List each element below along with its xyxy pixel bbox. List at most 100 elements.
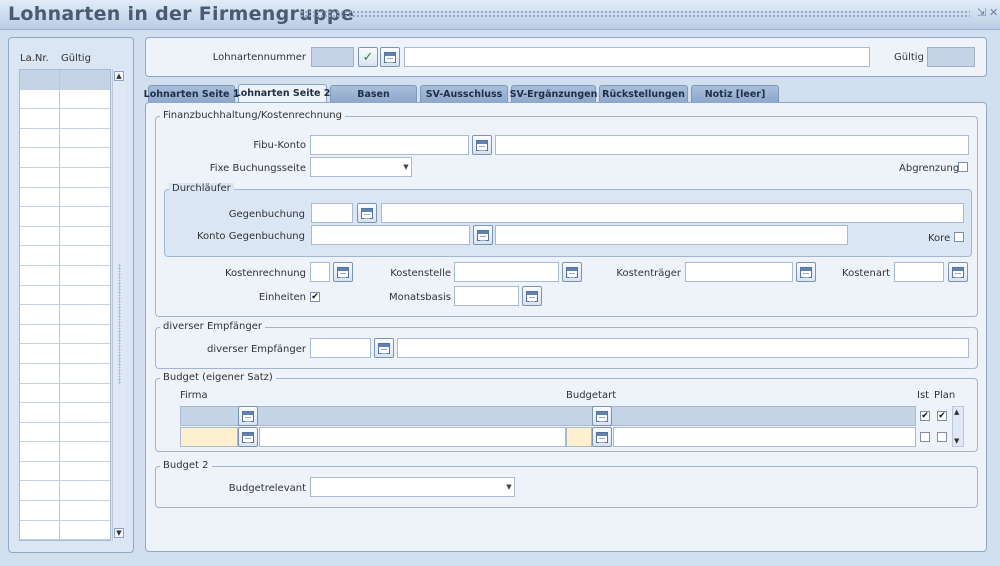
kostenrechnung-lookup-button[interactable]	[333, 262, 353, 282]
list-item[interactable]	[20, 520, 110, 540]
confirm-button[interactable]: ✓	[358, 47, 378, 67]
calendar-list-icon	[596, 410, 608, 422]
tab-1[interactable]: Lohnarten Seite 1	[144, 85, 239, 102]
list-cell-nr	[20, 461, 60, 481]
lohnartennummer-lookup-button[interactable]	[380, 47, 400, 67]
kostentraeger-label: Kostenträger	[616, 268, 681, 279]
list-item[interactable]	[20, 501, 110, 521]
list-item[interactable]	[20, 363, 110, 384]
list-item[interactable]	[20, 128, 110, 149]
lohnartennummer-field[interactable]	[311, 47, 354, 67]
calendar-list-icon	[566, 266, 578, 278]
list-item[interactable]	[20, 461, 110, 482]
kostenart-field[interactable]	[894, 262, 944, 282]
budget-plan-checkbox[interactable]	[937, 432, 947, 442]
tab-5[interactable]: SV-Ergänzungen	[510, 85, 597, 102]
budget-scrollbar[interactable]: ▲ ▼	[952, 406, 964, 447]
list-item[interactable]	[20, 265, 110, 286]
list-cell-nr	[20, 187, 60, 207]
fibu-konto-lookup-button[interactable]	[472, 135, 492, 155]
budget-firma-lookup-button[interactable]	[238, 427, 258, 447]
tab-3[interactable]: Basen	[330, 85, 417, 102]
monatsbasis-field[interactable]	[454, 286, 519, 306]
tab-7[interactable]: Notiz [leer]	[691, 85, 779, 102]
scroll-down-icon[interactable]: ▼	[114, 528, 124, 538]
list-item[interactable]	[20, 422, 110, 443]
list-cell-gueltig	[60, 168, 110, 187]
header-panel: Lohnartennummer ✓ Gültig	[145, 37, 987, 77]
empfaenger-bezeichnung-field[interactable]	[397, 338, 969, 358]
gegenbuchung-lookup-button[interactable]	[357, 203, 377, 223]
list-item[interactable]	[20, 148, 110, 168]
list-item[interactable]	[20, 442, 110, 462]
gegenbuchung-bezeichnung-field[interactable]	[381, 203, 964, 223]
lohnarten-list[interactable]	[19, 69, 111, 541]
tab-4[interactable]: SV-Ausschluss	[420, 85, 508, 102]
tab-6[interactable]: Rückstellungen	[599, 85, 688, 102]
fibu-konto-bezeichnung-field[interactable]	[495, 135, 969, 155]
header-gueltig-field[interactable]	[927, 47, 975, 67]
kostenstelle-field[interactable]	[454, 262, 559, 282]
budget-firma-field[interactable]	[180, 427, 238, 447]
kostenrechnung-field[interactable]	[310, 262, 330, 282]
fixe-buchungsseite-dropdown[interactable]: ▼	[310, 157, 412, 177]
scroll-up-icon[interactable]: ▲	[114, 71, 124, 81]
list-scrollbar[interactable]: ▲ ▼	[112, 69, 126, 541]
budgetart-field[interactable]	[566, 427, 592, 447]
tab-2[interactable]: Lohnarten Seite 2	[235, 84, 330, 102]
scroll-down-icon[interactable]: ▼	[954, 437, 959, 445]
abgrenzung-checkbox[interactable]	[958, 162, 968, 172]
list-item[interactable]	[20, 226, 110, 247]
list-item[interactable]	[20, 305, 110, 325]
list-item[interactable]	[20, 246, 110, 266]
budgetart-lookup-button[interactable]	[592, 406, 612, 426]
list-cell-gueltig	[60, 90, 110, 109]
close-icon[interactable]: ✕	[989, 6, 998, 19]
empfaenger-lookup-button[interactable]	[374, 338, 394, 358]
list-item[interactable]	[20, 383, 110, 404]
budget-row[interactable]	[180, 406, 916, 426]
kostenrechnung-label: Kostenrechnung	[224, 268, 306, 279]
list-item[interactable]	[20, 207, 110, 227]
list-item[interactable]	[20, 344, 110, 364]
gegenbuchung-field[interactable]	[311, 203, 353, 223]
budget-ist-checkbox[interactable]	[920, 432, 930, 442]
list-item[interactable]	[20, 70, 110, 90]
konto-gegenbuchung-label: Konto Gegenbuchung	[196, 231, 305, 242]
list-cell-nr	[20, 167, 60, 187]
list-item[interactable]	[20, 187, 110, 208]
budget-plan-checkbox[interactable]: ✔	[937, 411, 947, 421]
budgetart-lookup-button[interactable]	[592, 427, 612, 447]
budget-firma-bezeichnung-field[interactable]	[259, 427, 566, 447]
list-cell-gueltig	[60, 344, 110, 363]
list-item[interactable]	[20, 109, 110, 129]
kostenstelle-lookup-button[interactable]	[562, 262, 582, 282]
lohnart-bezeichnung-field[interactable]	[404, 47, 870, 67]
budgetrelevant-dropdown[interactable]: ▼	[310, 477, 515, 497]
kostentraeger-lookup-button[interactable]	[796, 262, 816, 282]
empfaenger-field[interactable]	[310, 338, 371, 358]
list-cell-gueltig	[60, 109, 110, 128]
kostentraeger-field[interactable]	[685, 262, 793, 282]
list-item[interactable]	[20, 403, 110, 423]
scroll-thumb[interactable]	[118, 264, 121, 384]
list-item[interactable]	[20, 324, 110, 345]
konto-gegenbuchung-lookup-button[interactable]	[473, 225, 493, 245]
kostenart-lookup-button[interactable]	[948, 262, 968, 282]
list-item[interactable]	[20, 285, 110, 306]
budget-ist-checkbox[interactable]: ✔	[920, 411, 930, 421]
list-item[interactable]	[20, 481, 110, 502]
scroll-up-icon[interactable]: ▲	[954, 408, 959, 416]
list-cell-nr	[20, 207, 60, 226]
konto-gegenbuchung-bezeichnung-field[interactable]	[495, 225, 848, 245]
fibu-konto-field[interactable]	[310, 135, 469, 155]
monatsbasis-lookup-button[interactable]	[522, 286, 542, 306]
list-item[interactable]	[20, 89, 110, 110]
budget-firma-lookup-button[interactable]	[238, 406, 258, 426]
budgetart-bezeichnung-field[interactable]	[613, 427, 916, 447]
pin-icon[interactable]: ⇲	[977, 6, 986, 19]
konto-gegenbuchung-field[interactable]	[311, 225, 470, 245]
list-item[interactable]	[20, 167, 110, 188]
kore-checkbox[interactable]	[954, 232, 964, 242]
einheiten-checkbox[interactable]: ✔	[310, 292, 320, 302]
